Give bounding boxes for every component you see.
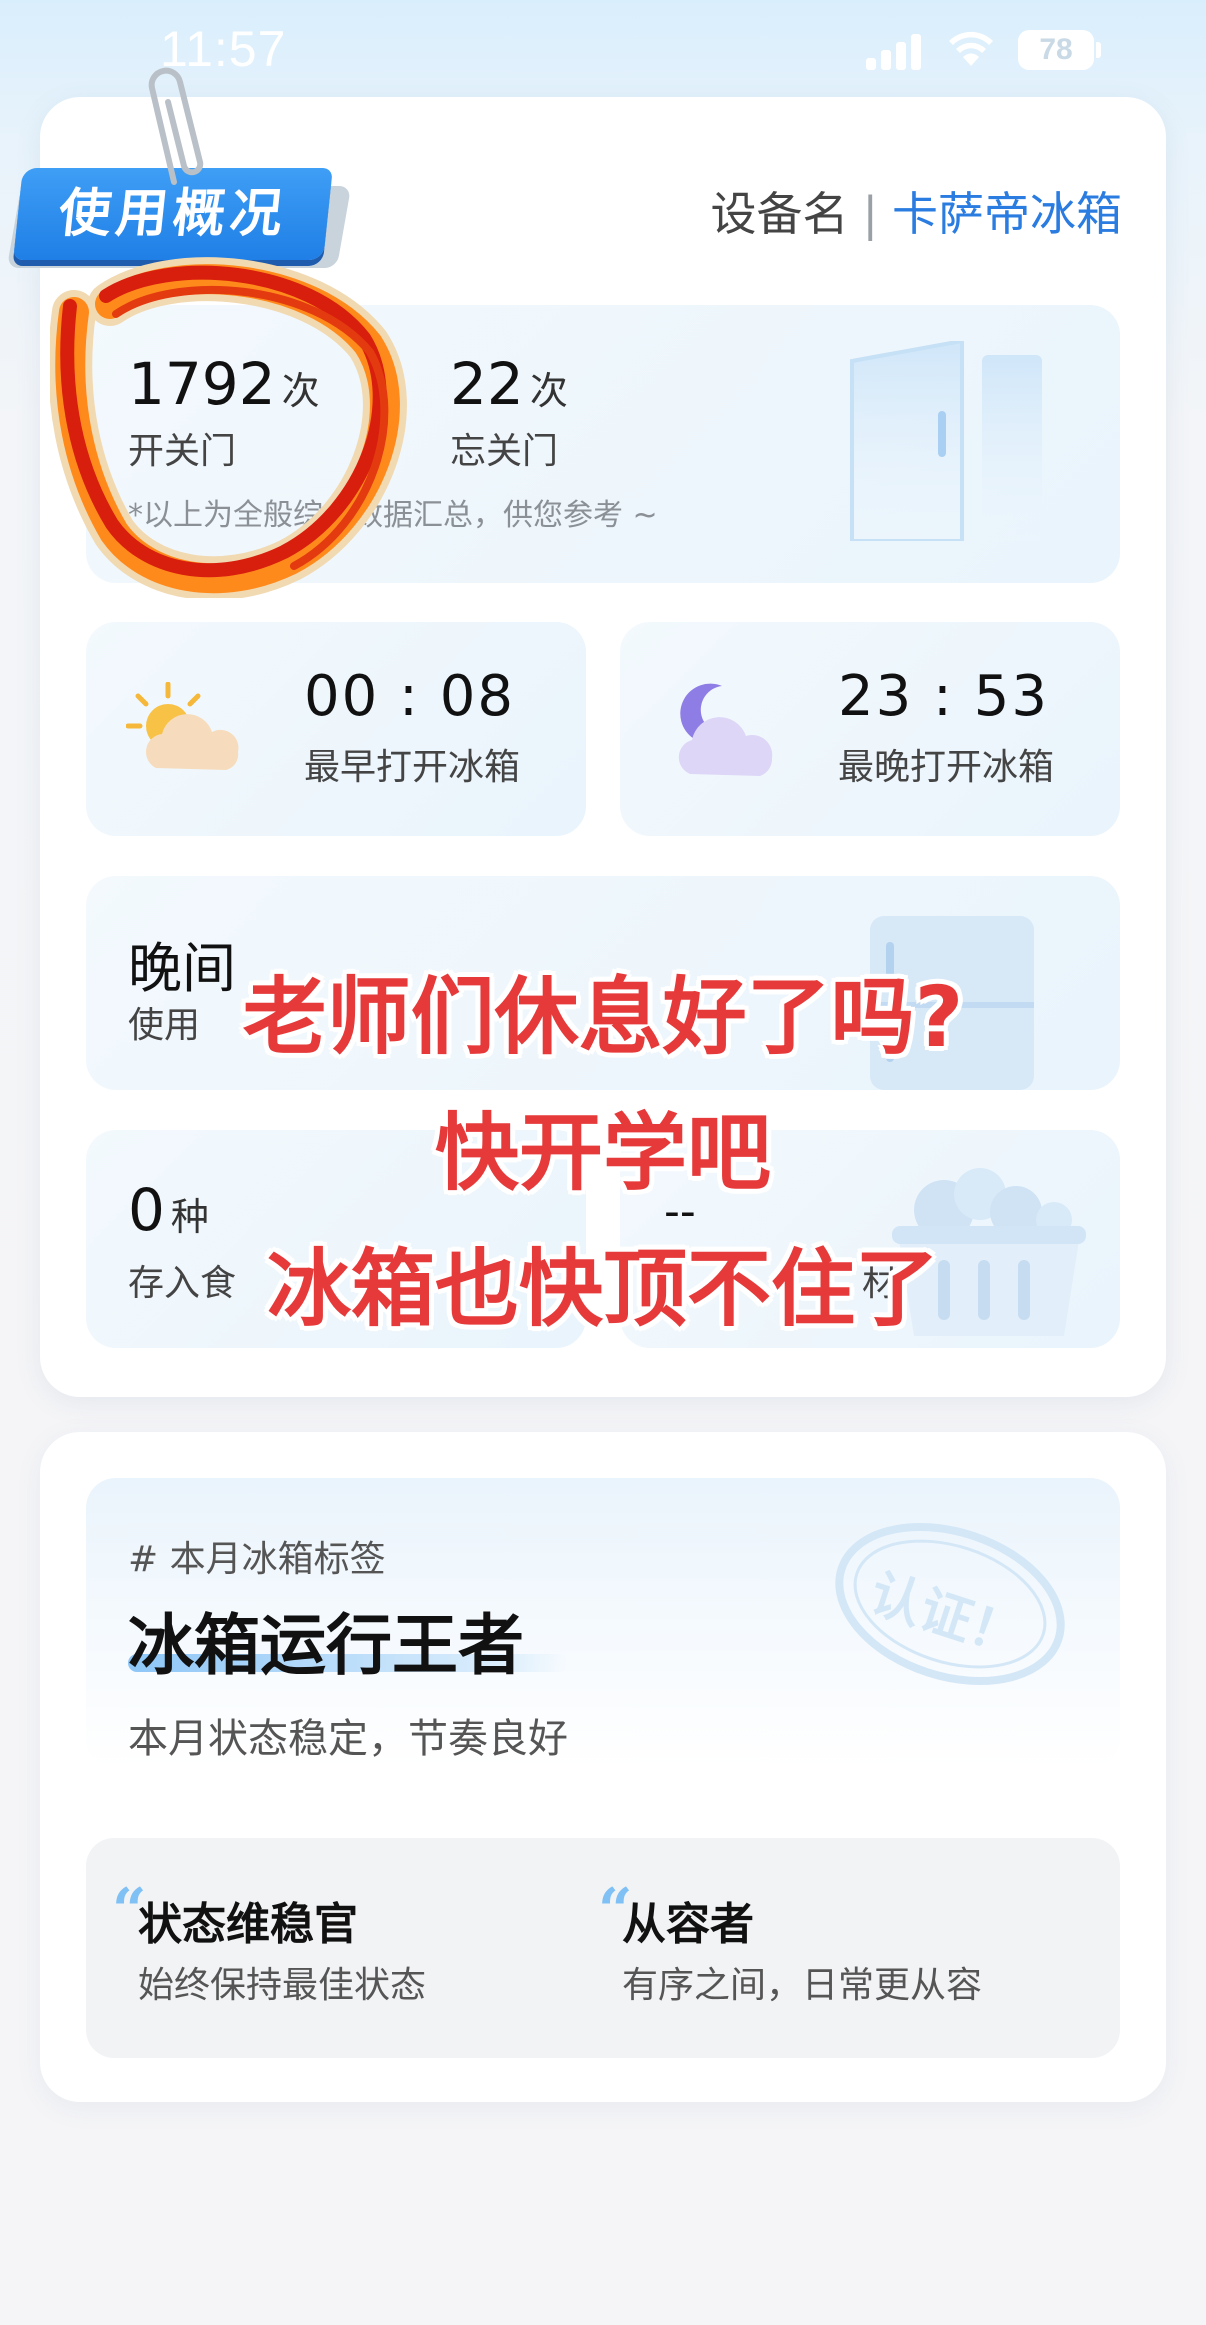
device-name[interactable]: 卡萨帝冰箱 bbox=[892, 187, 1122, 241]
monthly-tag-label: # 本月冰箱标签 bbox=[128, 1539, 386, 1580]
device-label: 设备名 bbox=[710, 187, 849, 241]
earliest-time: 00 : 08 bbox=[304, 664, 515, 729]
latest-label: 最晚打开冰箱 bbox=[838, 747, 1055, 788]
battery-icon: 78 bbox=[1018, 30, 1094, 70]
circle-annotation-mark bbox=[48, 248, 410, 601]
stamp-icon: 认证！ bbox=[811, 1491, 1089, 1717]
earliest-label: 最早打开冰箱 bbox=[304, 747, 521, 788]
badge-title-2: 从容者 bbox=[622, 1899, 754, 1950]
forgot-unit: 次 bbox=[529, 369, 568, 413]
badge-sub-1: 始终保持最佳状态 bbox=[138, 1965, 427, 2006]
sun-cloud-icon bbox=[125, 681, 246, 782]
monthly-tag-title: 冰箱运行王者 bbox=[128, 1607, 524, 1684]
wifi-icon bbox=[948, 28, 994, 68]
badge-sub-2: 有序之间，日常更从容 bbox=[622, 1965, 983, 2006]
overlay-line-3: 冰箱也快顶不住了 bbox=[266, 1240, 939, 1338]
earliest-open-panel bbox=[86, 622, 586, 836]
door-icon bbox=[842, 338, 1052, 543]
monthly-tag-desc: 本月状态稳定，节奏良好 bbox=[128, 1716, 568, 1762]
device-separator: | bbox=[862, 187, 879, 241]
forgot-close-label: 忘关门 bbox=[450, 431, 559, 472]
overlay-line-1: 老师们休息好了吗? bbox=[242, 968, 964, 1066]
latest-open-panel bbox=[620, 622, 1120, 836]
device-name-row[interactable]: 设备名 | 卡萨帝冰箱 bbox=[0, 178, 1123, 244]
battery-tip bbox=[1096, 42, 1101, 58]
latest-time: 23 : 53 bbox=[838, 664, 1049, 729]
forgot-count: 22 bbox=[450, 350, 524, 418]
moon-cloud-icon bbox=[664, 678, 784, 788]
paperclip-icon bbox=[140, 58, 230, 188]
overlay-line-2: 快开学吧 bbox=[434, 1104, 771, 1202]
forgot-close-stat: 22 次 bbox=[450, 350, 568, 418]
signal-icon bbox=[866, 34, 922, 70]
badge-title-1: 状态维稳官 bbox=[138, 1899, 358, 1950]
